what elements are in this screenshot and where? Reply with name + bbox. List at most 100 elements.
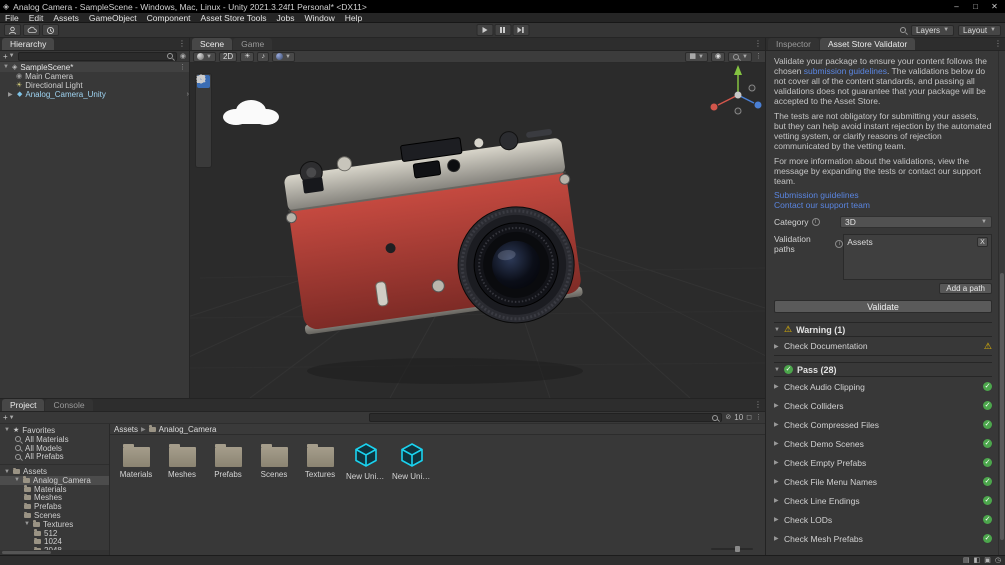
warning-section-header[interactable]: ▼ ⚠ Warning (1): [774, 322, 992, 337]
favorites-header[interactable]: ▼★ Favorites: [0, 426, 109, 435]
expand-arrow-icon[interactable]: ▶: [774, 402, 780, 409]
check-documentation-row[interactable]: ▶ Check Documentation ⚠: [774, 337, 992, 356]
scene-visibility-icon[interactable]: ◉: [180, 53, 186, 60]
lock-icon[interactable]: ◻: [746, 414, 752, 421]
check-row[interactable]: ▶ Check Mesh Prefabs ✓: [774, 529, 992, 548]
tab-game[interactable]: Game: [233, 38, 272, 50]
info-icon[interactable]: i: [812, 218, 820, 226]
audio-toggle[interactable]: ♪: [257, 52, 269, 62]
shading-mode-dropdown[interactable]: ▼: [193, 52, 216, 62]
console-message-icon[interactable]: ▤: [963, 557, 970, 564]
panel-menu-icon[interactable]: ⋮: [994, 39, 1002, 48]
camera-settings-icon[interactable]: ◉: [711, 52, 725, 62]
foldout-arrow-icon[interactable]: ▼: [3, 64, 9, 70]
remove-path-button[interactable]: X: [977, 237, 988, 247]
check-row[interactable]: ▶ Check Colliders ✓: [774, 396, 992, 415]
scene-header-row[interactable]: ▼ ◈ SampleScene* ⋮: [0, 62, 189, 72]
layout-dropdown[interactable]: Layout ▼: [958, 25, 1001, 36]
expand-arrow-icon[interactable]: ▶: [774, 383, 780, 390]
grid-visibility-dropdown[interactable]: ▦▼: [685, 52, 708, 62]
menu-component[interactable]: Component: [142, 13, 196, 23]
check-row[interactable]: ▶ Check Audio Clipping ✓: [774, 377, 992, 396]
contact-support-link[interactable]: Contact our support team: [774, 201, 992, 211]
check-row[interactable]: ▶ Check LODs ✓: [774, 510, 992, 529]
validation-paths-box[interactable]: Assets X: [843, 234, 992, 280]
activity-icon[interactable]: ◧: [974, 557, 981, 564]
tree-item-textures[interactable]: ▼ Textures: [0, 520, 109, 529]
favorite-all-models[interactable]: All Models: [0, 444, 109, 453]
tree-item-512[interactable]: 512: [0, 529, 109, 538]
asset-file-pipeline[interactable]: New Unive...: [392, 441, 432, 481]
2d-toggle[interactable]: 2D: [219, 52, 237, 62]
minimize-button[interactable]: –: [949, 2, 964, 11]
lighting-toggle[interactable]: ☀: [240, 52, 254, 62]
hierarchy-item-main-camera[interactable]: ◉ Main Camera: [0, 72, 189, 81]
expand-arrow-icon[interactable]: ▶: [774, 516, 780, 523]
layers-dropdown[interactable]: Layers ▼: [911, 25, 954, 36]
inline-guidelines-link[interactable]: submission guidelines: [804, 66, 887, 76]
menu-asset-store-tools[interactable]: Asset Store Tools: [196, 13, 272, 23]
foldout-arrow-icon[interactable]: ▶: [8, 91, 14, 98]
undo-history-icon[interactable]: [42, 24, 59, 36]
asset-folder-materials[interactable]: Materials: [116, 441, 156, 479]
create-object-dropdown[interactable]: +▼: [3, 52, 15, 61]
account-icon[interactable]: [4, 24, 21, 36]
hierarchy-item-analog-camera[interactable]: ▶ ◆ Analog_Camera_Unity ›: [0, 90, 189, 99]
info-icon[interactable]: i: [835, 240, 843, 248]
expand-arrow-icon[interactable]: ▶: [774, 535, 780, 542]
cloud-services-icon[interactable]: [23, 24, 40, 36]
tree-item-1024[interactable]: 1024: [0, 538, 109, 547]
tab-asset-store-validator[interactable]: Asset Store Validator: [820, 38, 915, 50]
expand-arrow-icon[interactable]: ▶: [774, 478, 780, 485]
tree-item-materials[interactable]: Materials: [0, 485, 109, 494]
check-row[interactable]: ▶ Check Line Endings ✓: [774, 491, 992, 510]
check-row[interactable]: ▶ Check Demo Scenes ✓: [774, 434, 992, 453]
tab-project[interactable]: Project: [2, 399, 44, 411]
asset-folder-meshes[interactable]: Meshes: [162, 441, 202, 479]
progress-icon[interactable]: ◷: [995, 557, 1001, 564]
tree-item-analog-camera[interactable]: ▼ Analog_Camera: [0, 476, 109, 485]
create-asset-dropdown[interactable]: +▼: [3, 413, 15, 422]
tab-hierarchy[interactable]: Hierarchy: [2, 38, 54, 50]
move-tool-button[interactable]: [197, 88, 210, 101]
expand-arrow-icon[interactable]: ▶: [774, 459, 780, 466]
check-row[interactable]: ▶ Check Empty Prefabs ✓: [774, 453, 992, 472]
favorite-all-materials[interactable]: All Materials: [0, 435, 109, 444]
tree-item-scenes[interactable]: Scenes: [0, 511, 109, 520]
scale-tool-button[interactable]: [197, 114, 210, 127]
add-path-button[interactable]: Add a path: [939, 283, 992, 294]
rotate-tool-button[interactable]: [197, 101, 210, 114]
scene-canvas[interactable]: [190, 63, 765, 398]
horizontal-scrollbar[interactable]: [0, 550, 109, 555]
validate-button[interactable]: Validate: [774, 300, 992, 313]
check-row[interactable]: ▶ Check File Menu Names ✓: [774, 472, 992, 491]
menu-assets[interactable]: Assets: [48, 13, 84, 23]
menu-file[interactable]: File: [0, 13, 24, 23]
menu-window[interactable]: Window: [300, 13, 340, 23]
gizmos-dropdown[interactable]: ▼: [728, 52, 752, 62]
hierarchy-search-input[interactable]: [18, 52, 177, 61]
tab-console[interactable]: Console: [45, 399, 92, 411]
asset-folder-prefabs[interactable]: Prefabs: [208, 441, 248, 479]
asset-folder-scenes[interactable]: Scenes: [254, 441, 294, 479]
pause-button[interactable]: [494, 24, 511, 36]
tab-inspector[interactable]: Inspector: [768, 38, 819, 50]
maximize-button[interactable]: □: [968, 2, 983, 11]
play-button[interactable]: [476, 24, 493, 36]
tab-scene[interactable]: Scene: [192, 38, 232, 50]
assets-root-row[interactable]: ▼ Assets: [0, 467, 109, 476]
hierarchy-item-directional-light[interactable]: ☀ Directional Light: [0, 81, 189, 90]
grid-snap-tool-button[interactable]: [197, 153, 210, 166]
search-icon[interactable]: [899, 26, 907, 34]
panel-menu-icon[interactable]: ⋮: [754, 39, 762, 48]
scene-menu-icon[interactable]: ⋮: [179, 64, 186, 71]
menu-edit[interactable]: Edit: [24, 13, 49, 23]
scrollbar-thumb[interactable]: [1000, 273, 1004, 540]
project-search-input[interactable]: [369, 413, 723, 422]
tree-item-meshes[interactable]: Meshes: [0, 494, 109, 503]
step-button[interactable]: [512, 24, 529, 36]
menu-help[interactable]: Help: [340, 13, 367, 23]
panel-menu-icon[interactable]: ⋮: [755, 53, 762, 60]
expand-arrow-icon[interactable]: ▶: [774, 497, 780, 504]
panel-menu-icon[interactable]: ⋮: [754, 400, 762, 409]
